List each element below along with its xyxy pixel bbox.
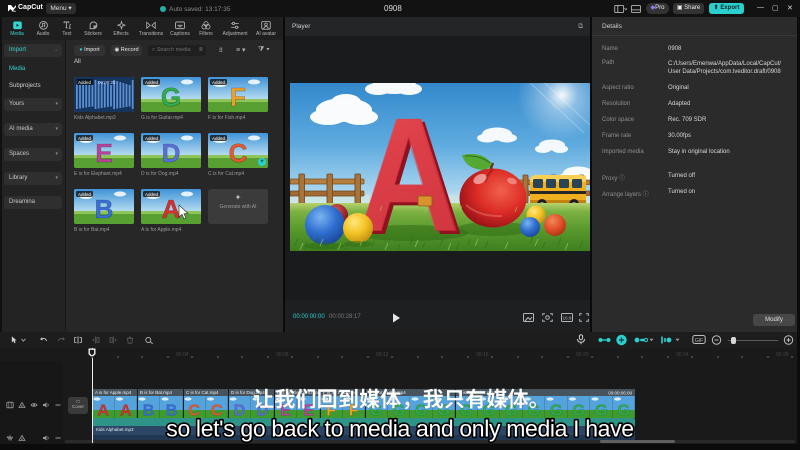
svg-text:E: E bbox=[303, 403, 314, 419]
svg-text:00:00:06:09: 00:00:06:09 bbox=[608, 391, 632, 396]
svg-text:E: E bbox=[280, 403, 291, 419]
svg-text:D: D bbox=[162, 138, 181, 168]
svg-text:A: A bbox=[120, 403, 132, 419]
svg-text:G: G bbox=[617, 403, 629, 419]
svg-text:D: D bbox=[234, 403, 246, 419]
svg-text:G: G bbox=[550, 403, 562, 419]
svg-text:C: C bbox=[211, 403, 223, 419]
svg-text:D: D bbox=[257, 403, 269, 419]
svg-text:G: G bbox=[370, 403, 382, 419]
svg-text:F: F bbox=[326, 403, 336, 419]
svg-text:B: B bbox=[95, 194, 114, 224]
svg-text:G: G bbox=[505, 403, 517, 419]
svg-text:C: C bbox=[229, 138, 248, 168]
svg-text:G: G bbox=[392, 403, 404, 419]
svg-text:C: C bbox=[188, 403, 200, 419]
svg-text:A: A bbox=[97, 403, 109, 419]
svg-text:G: G bbox=[595, 403, 607, 419]
svg-text:G: G bbox=[482, 403, 494, 419]
svg-text:G: G bbox=[572, 403, 584, 419]
svg-text:F: F bbox=[349, 403, 359, 419]
svg-text:E: E bbox=[95, 138, 112, 168]
svg-text:F: F bbox=[230, 82, 246, 112]
svg-text:G: G bbox=[161, 82, 181, 112]
svg-text:G: G bbox=[437, 403, 449, 419]
svg-text:B: B bbox=[143, 403, 155, 419]
svg-text:GIF: GIF bbox=[695, 338, 703, 344]
svg-text:G: G bbox=[415, 403, 427, 419]
svg-text:16:9: 16:9 bbox=[563, 316, 572, 321]
svg-text:G: G bbox=[460, 403, 472, 419]
svg-text:G: G bbox=[527, 403, 539, 419]
svg-text:B: B bbox=[166, 403, 178, 419]
